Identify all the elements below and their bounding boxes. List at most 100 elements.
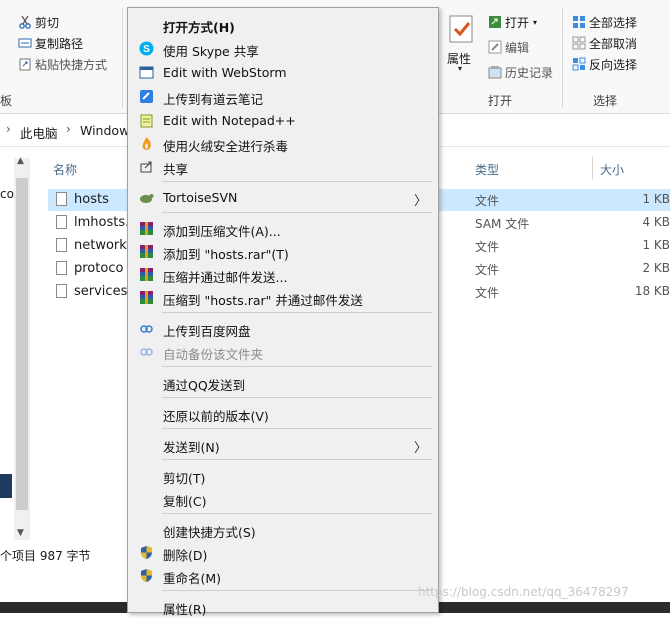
paste-shortcut-icon — [18, 57, 32, 71]
copy-path-button[interactable]: 复制路径 — [18, 33, 83, 53]
properties-ribbon-icon[interactable] — [447, 14, 477, 44]
select-group-label: 选择 — [593, 94, 618, 108]
history-icon — [488, 65, 502, 79]
scissors-icon — [18, 15, 32, 29]
file-name: protoco — [74, 261, 124, 276]
menu-qq-send[interactable]: 通过QQ发送到 — [129, 371, 437, 394]
chevron-right-icon: 〉 — [413, 441, 427, 456]
open-icon — [488, 15, 502, 29]
file-type: SAM 文件 — [475, 217, 530, 231]
paste-shortcut-button[interactable]: 粘贴快捷方式 — [18, 54, 107, 74]
menu-rar-mail[interactable]: 压缩并通过邮件发送... — [129, 263, 437, 286]
edit-icon — [488, 40, 502, 54]
file-size: 1 KB — [642, 238, 670, 252]
select-all-icon — [572, 15, 586, 29]
select-none-button[interactable]: 全部取消 — [572, 33, 637, 53]
file-name: hosts — [74, 192, 109, 207]
menu-label: 使用 Skype 共享 — [163, 44, 259, 59]
breadcrumb-windows[interactable]: Window — [80, 123, 129, 138]
menu-cut[interactable]: 剪切(T) — [129, 464, 437, 487]
history-ribbon-label: 历史记录 — [505, 65, 554, 80]
file-size: 1 KB — [642, 192, 670, 206]
clipboard-group-label: 板 — [0, 94, 13, 108]
menu-delete[interactable]: 删除(D) — [129, 541, 437, 564]
uac-shield-icon — [139, 545, 154, 560]
huorong-flame-icon — [139, 136, 154, 151]
menu-label: 发送到(N) — [163, 440, 220, 455]
menu-edit-webstorm[interactable]: Edit with WebStorm — [129, 61, 437, 84]
scroll-down-icon[interactable]: ▼ — [17, 528, 24, 538]
menu-restore-versions[interactable]: 还原以前的版本(V) — [129, 402, 437, 425]
select-all-label: 全部选择 — [589, 15, 638, 30]
webstorm-icon — [139, 65, 154, 80]
menu-skype-share[interactable]: S 使用 Skype 共享 — [129, 37, 437, 60]
ribbon-separator — [122, 8, 123, 108]
chevron-right-icon: › — [6, 122, 11, 136]
file-size: 18 KB — [634, 284, 670, 298]
chevron-right-icon: › — [66, 122, 71, 136]
menu-rename[interactable]: 重命名(M) — [129, 564, 437, 587]
properties-dropdown-icon[interactable]: ▾ — [458, 64, 462, 73]
context-menu: 打开方式(H) S 使用 Skype 共享 Edit with WebStorm… — [127, 7, 439, 617]
file-icon — [56, 215, 67, 229]
winrar-icon — [139, 290, 154, 305]
column-header-name[interactable]: 名称 — [53, 161, 77, 178]
chevron-right-icon: 〉 — [413, 194, 427, 209]
open-dropdown-icon: ▾ — [533, 17, 538, 27]
file-size: 2 KB — [642, 261, 670, 275]
invert-selection-button[interactable]: 反向选择 — [572, 54, 637, 74]
paste-shortcut-label: 粘贴快捷方式 — [35, 57, 108, 72]
menu-open-with[interactable]: 打开方式(H) — [129, 13, 437, 36]
menu-rar-mail-hosts[interactable]: 压缩到 "hosts.rar" 并通过邮件发送 — [129, 286, 437, 309]
file-type: 文件 — [475, 194, 500, 208]
cut-ribbon-button[interactable]: 剪切 — [18, 12, 59, 32]
open-ribbon-button[interactable]: 打开 ▾ — [488, 12, 537, 32]
file-icon — [56, 261, 67, 275]
share-icon — [139, 159, 154, 174]
menu-separator — [162, 428, 432, 429]
menu-properties[interactable]: 属性(R) — [129, 595, 437, 618]
menu-label: 复制(C) — [163, 494, 207, 509]
breadcrumb-this-pc[interactable]: 此电脑 — [20, 123, 58, 142]
history-ribbon-button[interactable]: 历史记录 — [488, 62, 553, 82]
menu-baidu-upload[interactable]: 上传到百度网盘 — [129, 317, 437, 340]
menu-label: 属性(R) — [163, 602, 207, 617]
column-header-type[interactable]: 类型 — [475, 161, 499, 178]
menu-label: 重命名(M) — [163, 571, 222, 586]
column-header-size[interactable]: 大小 — [600, 161, 624, 178]
menu-label: 共享 — [163, 162, 189, 177]
menu-copy[interactable]: 复制(C) — [129, 487, 437, 510]
file-icon — [56, 284, 67, 298]
menu-label: 添加到压缩文件(A)... — [163, 224, 281, 239]
menu-label: 剪切(T) — [163, 471, 206, 486]
menu-tortoisesvn[interactable]: TortoiseSVN 〉 — [129, 186, 437, 209]
menu-edit-notepadpp[interactable]: Edit with Notepad++ — [129, 109, 437, 132]
edit-ribbon-button[interactable]: 编辑 — [488, 37, 529, 57]
watermark: https://blog.csdn.net/qq_36478297 — [418, 585, 629, 599]
scroll-up-icon[interactable]: ▲ — [17, 156, 24, 166]
baidu-cloud-icon — [139, 344, 154, 359]
svg-text:S: S — [143, 44, 150, 55]
edit-ribbon-label: 编辑 — [505, 40, 530, 55]
menu-label: 上传到百度网盘 — [163, 324, 251, 339]
menu-separator — [162, 513, 432, 514]
menu-rar-add-hosts[interactable]: 添加到 "hosts.rar"(T) — [129, 240, 437, 263]
baidu-cloud-icon — [139, 321, 154, 336]
menu-create-shortcut[interactable]: 创建快捷方式(S) — [129, 518, 437, 541]
select-all-button[interactable]: 全部选择 — [572, 12, 637, 32]
nav-item-fragment[interactable]: co — [0, 187, 14, 201]
winrar-icon — [139, 267, 154, 282]
invert-selection-label: 反向选择 — [589, 57, 638, 72]
menu-separator — [162, 212, 432, 213]
nav-scroll-thumb[interactable] — [16, 178, 28, 510]
menu-share[interactable]: 共享 — [129, 155, 437, 178]
file-icon — [56, 192, 67, 206]
menu-rar-add[interactable]: 添加到压缩文件(A)... — [129, 217, 437, 240]
winrar-icon — [139, 244, 154, 259]
copy-path-label: 复制路径 — [35, 36, 84, 51]
menu-huorong-scan[interactable]: 使用火绒安全进行杀毒 — [129, 132, 437, 155]
menu-send-to[interactable]: 发送到(N) 〉 — [129, 433, 437, 456]
menu-separator — [162, 312, 432, 313]
select-none-icon — [572, 36, 586, 50]
menu-youdao-note[interactable]: 上传到有道云笔记 — [129, 85, 437, 108]
